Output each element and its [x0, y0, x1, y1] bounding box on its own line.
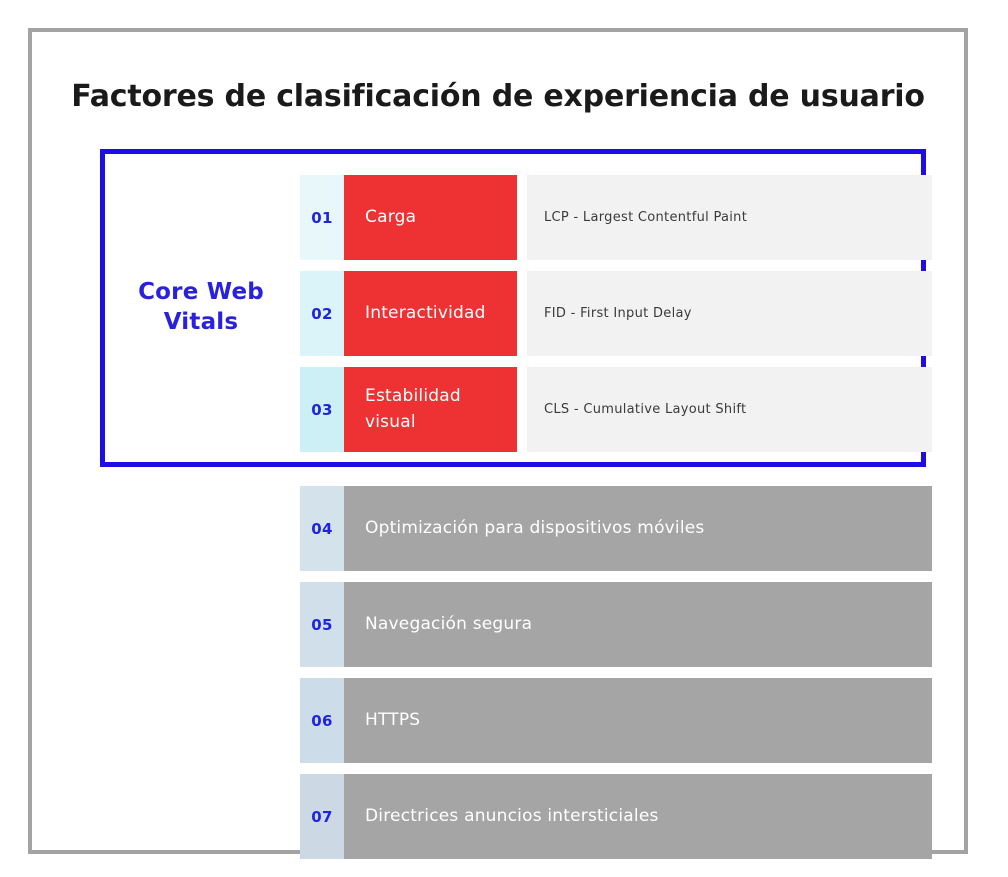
row-factor-bar[interactable]: Navegación segura [344, 582, 932, 667]
page-title: Factores de clasificación de experiencia… [71, 79, 925, 114]
row-factor-label: Directrices anuncios intersticiales [365, 805, 659, 826]
row-number: 06 [300, 678, 344, 763]
diagram-frame: Factores de clasificación de experiencia… [28, 28, 968, 859]
ranking-factor-row[interactable]: 01 Carga LCP - Largest Contentful Paint [300, 175, 932, 260]
row-factor-bar[interactable]: Carga [344, 175, 517, 260]
row-metric-label: CLS - Cumulative Layout Shift [544, 402, 747, 417]
row-factor-label: Interactividad [365, 302, 486, 323]
row-number: 05 [300, 582, 344, 667]
ranking-factor-row[interactable]: 05 Navegación segura [300, 582, 932, 667]
row-factor-label: Estabilidad visual [365, 386, 461, 432]
core-web-vitals-label: Core Web Vitals [119, 154, 283, 462]
row-metric-panel: LCP - Largest Contentful Paint [527, 175, 932, 260]
row-factor-bar[interactable]: Estabilidad visual [344, 367, 517, 452]
row-number: 03 [300, 367, 344, 452]
core-web-vitals-label-line1: Core Web [138, 279, 264, 306]
ranking-factor-row[interactable]: 02 Interactividad FID - First Input Delay [300, 271, 932, 356]
row-factor-bar[interactable]: Interactividad [344, 271, 517, 356]
row-metric-label: LCP - Largest Contentful Paint [544, 210, 748, 225]
row-factor-label: Carga [365, 206, 417, 227]
row-factor-label: HTTPS [365, 709, 421, 730]
row-factor-bar[interactable]: Directrices anuncios intersticiales [344, 774, 932, 859]
row-factor-label: Navegación segura [365, 613, 533, 634]
core-web-vitals-label-line2: Vitals [163, 309, 239, 335]
row-metric-panel: CLS - Cumulative Layout Shift [527, 367, 932, 452]
row-number: 01 [300, 175, 344, 260]
ranking-factor-row[interactable]: 06 HTTPS [300, 678, 932, 763]
row-factor-bar[interactable]: HTTPS [344, 678, 932, 763]
ranking-factor-row[interactable]: 07 Directrices anuncios intersticiales [300, 774, 932, 859]
ranking-factor-row[interactable]: 03 Estabilidad visual CLS - Cumulative Lay… [300, 367, 932, 452]
row-metric-panel: FID - First Input Delay [527, 271, 932, 356]
row-factor-bar[interactable]: Optimización para dispositivos móviles [344, 486, 932, 571]
row-number: 07 [300, 774, 344, 859]
ranking-factor-row[interactable]: 04 Optimización para dispositivos móviles [300, 486, 932, 571]
row-factor-label: Optimización para dispositivos móviles [365, 517, 705, 538]
row-number: 04 [300, 486, 344, 571]
row-number: 02 [300, 271, 344, 356]
row-metric-label: FID - First Input Delay [544, 306, 692, 321]
